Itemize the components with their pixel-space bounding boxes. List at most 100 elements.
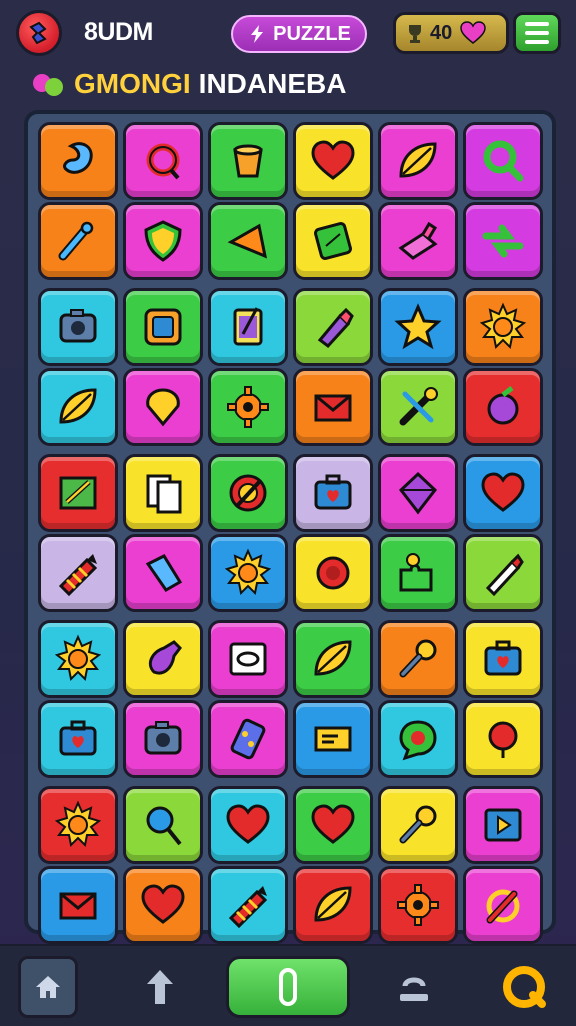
tile[interactable]: [123, 288, 203, 366]
tile[interactable]: [378, 700, 458, 778]
tile[interactable]: [463, 288, 543, 366]
tile[interactable]: [463, 700, 543, 778]
pencil-icon: [485, 553, 524, 597]
top-bar: 8UDM PUZZLE 40: [0, 0, 576, 66]
sun-icon: [479, 302, 527, 350]
vase-icon: [148, 640, 182, 675]
hint-button[interactable]: [494, 956, 554, 1018]
tile[interactable]: [463, 454, 543, 532]
tile[interactable]: [38, 786, 118, 864]
heart-icon: [311, 804, 355, 844]
tile[interactable]: [293, 454, 373, 532]
star-icon: [394, 303, 442, 350]
tile[interactable]: [378, 620, 458, 698]
tile[interactable]: [38, 700, 118, 778]
tile[interactable]: [208, 122, 288, 200]
lipstick-icon: [317, 307, 354, 349]
tile[interactable]: [208, 534, 288, 612]
tile[interactable]: [38, 866, 118, 944]
level-title-part1: GMONGI: [74, 68, 191, 99]
trophy-icon: [409, 25, 421, 43]
tile[interactable]: [208, 866, 288, 944]
tile[interactable]: [123, 866, 203, 944]
tile[interactable]: [208, 288, 288, 366]
tile[interactable]: [378, 122, 458, 200]
phone-icon: [233, 307, 263, 346]
tools-icon: [399, 387, 438, 426]
tile[interactable]: [378, 534, 458, 612]
leaf-icon: [59, 388, 97, 424]
tile[interactable]: [123, 368, 203, 446]
tile[interactable]: [463, 534, 543, 612]
tile[interactable]: [293, 866, 373, 944]
tile[interactable]: [38, 368, 118, 446]
tile[interactable]: [38, 534, 118, 612]
tile[interactable]: [378, 866, 458, 944]
tile[interactable]: [293, 368, 373, 446]
kite-icon: [227, 223, 268, 259]
tile[interactable]: [378, 288, 458, 366]
play-button[interactable]: [226, 956, 350, 1018]
pen-icon: [486, 889, 520, 924]
tile[interactable]: [123, 454, 203, 532]
tile[interactable]: [463, 786, 543, 864]
app-name: 8UDM: [84, 18, 153, 46]
tile[interactable]: [293, 202, 373, 280]
bubble-icon: [399, 720, 437, 761]
photo-icon: [229, 642, 267, 676]
tile[interactable]: [208, 700, 288, 778]
sun-icon: [54, 800, 102, 848]
tile[interactable]: [293, 288, 373, 366]
gem-icon: [33, 74, 63, 96]
mode-button[interactable]: PUZZLE: [231, 15, 367, 53]
tile[interactable]: [123, 202, 203, 280]
key-icon: [399, 805, 437, 844]
tile[interactable]: [38, 202, 118, 280]
tile[interactable]: [463, 620, 543, 698]
tile[interactable]: [38, 122, 118, 200]
logo-button[interactable]: [16, 10, 62, 56]
plum-icon: [487, 386, 519, 425]
cards-icon: [146, 474, 182, 514]
tile[interactable]: [378, 786, 458, 864]
tile[interactable]: [293, 620, 373, 698]
tile[interactable]: [293, 534, 373, 612]
tile[interactable]: [463, 866, 543, 944]
target-icon: [229, 474, 267, 512]
tile[interactable]: [208, 368, 288, 446]
tile[interactable]: [378, 202, 458, 280]
tile[interactable]: [463, 368, 543, 446]
tile[interactable]: [293, 786, 373, 864]
tile[interactable]: [208, 454, 288, 532]
tile[interactable]: [38, 454, 118, 532]
tile[interactable]: [293, 700, 373, 778]
menu-button[interactable]: [513, 12, 561, 54]
tile[interactable]: [38, 288, 118, 366]
tile[interactable]: [123, 700, 203, 778]
flower-icon: [316, 556, 350, 590]
tile[interactable]: [463, 122, 543, 200]
tile[interactable]: [123, 786, 203, 864]
tile[interactable]: [293, 122, 373, 200]
lightning-icon: [251, 25, 264, 43]
tile[interactable]: [378, 368, 458, 446]
mode-label: PUZZLE: [273, 22, 351, 45]
tile[interactable]: [38, 620, 118, 698]
ticket-icon: [314, 726, 352, 752]
balloon-icon: [146, 388, 180, 427]
tile[interactable]: [123, 122, 203, 200]
coin-counter[interactable]: 40: [393, 12, 509, 54]
tile[interactable]: [123, 534, 203, 612]
reset-button[interactable]: [384, 956, 444, 1018]
tile[interactable]: [378, 454, 458, 532]
tile[interactable]: [208, 786, 288, 864]
home-icon: [36, 976, 60, 998]
tile[interactable]: [463, 202, 543, 280]
puzzle-piece-icon: [29, 21, 47, 45]
tile[interactable]: [208, 620, 288, 698]
tile[interactable]: [123, 620, 203, 698]
shield-icon: [144, 220, 182, 262]
move-up-button[interactable]: [130, 956, 190, 1018]
tile[interactable]: [208, 202, 288, 280]
home-button[interactable]: [18, 956, 78, 1018]
